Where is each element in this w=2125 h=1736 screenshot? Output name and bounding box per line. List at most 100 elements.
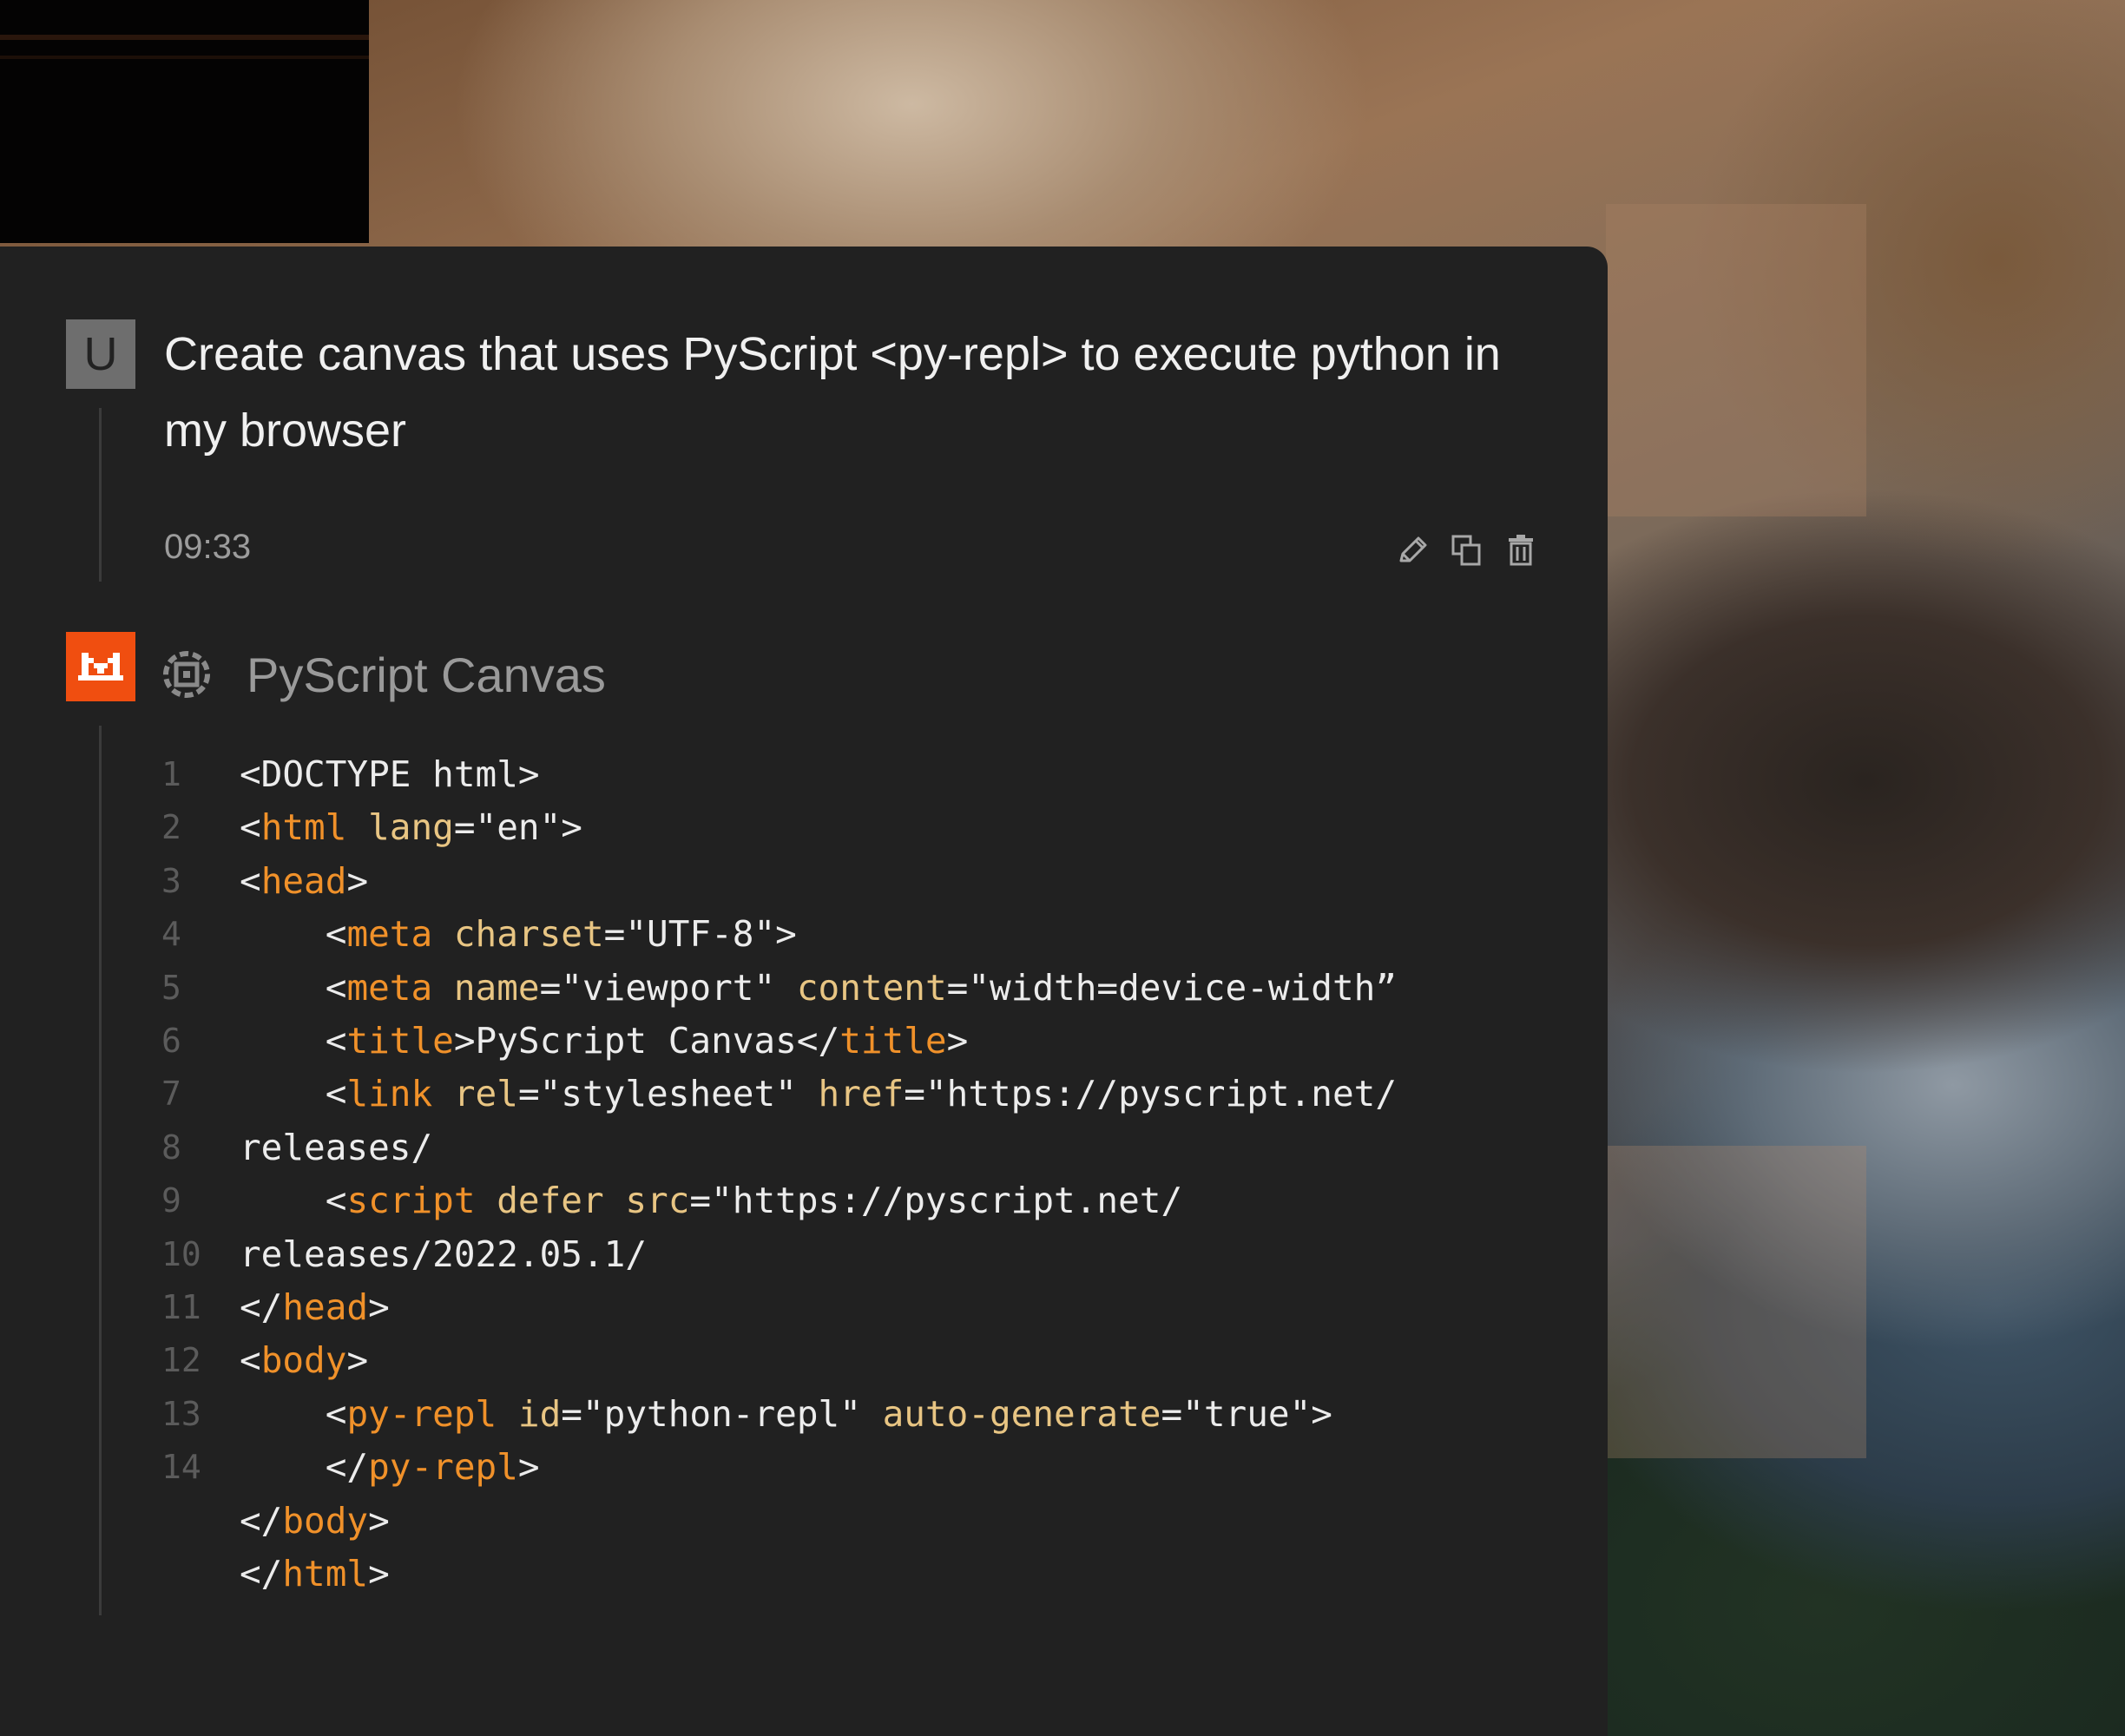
code-text: </	[240, 1500, 283, 1542]
code-text: </	[240, 1553, 283, 1595]
code-tag: body	[282, 1500, 369, 1542]
code-attribute: content	[796, 967, 947, 1009]
code-tag: link	[346, 1073, 433, 1115]
code-text: >	[368, 1553, 390, 1595]
assistant-avatar	[66, 632, 135, 701]
line-number: 1	[161, 755, 181, 793]
copy-icon[interactable]	[1448, 531, 1486, 569]
code-text: >	[368, 1286, 390, 1328]
code-line: </head>	[240, 1286, 390, 1328]
code-attribute: src	[625, 1180, 690, 1221]
code-line: <body>	[240, 1339, 368, 1381]
code-attribute: auto-generate	[882, 1393, 1161, 1435]
line-number: 12	[161, 1341, 201, 1379]
code-text: ="UTF-8">	[603, 913, 797, 955]
code-line: releases/2022.05.1/	[240, 1233, 647, 1275]
code-attribute: rel	[453, 1073, 518, 1115]
code-text: >	[346, 1339, 369, 1381]
code-line: <script defer src="https://pyscript.net/	[240, 1180, 1182, 1221]
code-text: >	[368, 1500, 390, 1542]
code-attribute: name	[453, 967, 540, 1009]
code-text: ="stylesheet"	[517, 1073, 819, 1115]
code-attribute: lang	[368, 806, 454, 848]
delete-icon[interactable]	[1502, 531, 1540, 569]
background-tile	[1606, 1146, 1866, 1458]
code-line: <meta charset="UTF-8">	[240, 913, 797, 955]
line-number: 8	[161, 1128, 181, 1167]
background-tile	[1606, 204, 1866, 516]
code-tag: meta	[346, 913, 433, 955]
code-text: ="width=device-width”	[946, 967, 1398, 1009]
code-text: </	[240, 1286, 283, 1328]
line-number: 11	[161, 1288, 201, 1326]
code-tag: title	[839, 1020, 947, 1062]
code-line: <DOCTYPE html>	[240, 753, 540, 795]
code-attribute: defer	[497, 1180, 604, 1221]
code-line: <meta name="viewport" content="width=dev…	[240, 967, 1397, 1009]
canvas-title: PyScript Canvas	[247, 648, 606, 702]
code-text: <	[325, 1073, 347, 1115]
code-text: <	[240, 806, 261, 848]
code-text: ="python-repl"	[561, 1393, 883, 1435]
code-text: releases/2022.05.1/	[240, 1233, 647, 1275]
code-text: ="en">	[453, 806, 582, 848]
code-tag: head	[282, 1286, 369, 1328]
edit-icon[interactable]	[1394, 531, 1432, 569]
code-text: >	[946, 1020, 969, 1062]
code-line: </py-repl>	[240, 1446, 540, 1488]
code-line: </html>	[240, 1553, 390, 1595]
line-number: 2	[161, 808, 181, 846]
line-number: 13	[161, 1395, 201, 1433]
code-tag: html	[260, 806, 347, 848]
code-text: ="https://pyscript.net/	[904, 1073, 1397, 1115]
user-thread-line	[99, 408, 102, 582]
code-text: releases/	[240, 1127, 433, 1168]
message-timestamp: 09:33	[164, 528, 252, 566]
line-number: 3	[161, 862, 181, 900]
code-attribute: href	[818, 1073, 905, 1115]
code-text: >PyScript Canvas</	[453, 1020, 840, 1062]
code-line: <html lang="en">	[240, 806, 582, 848]
assistant-thread-line	[99, 726, 102, 1615]
line-number: 7	[161, 1075, 181, 1113]
code-text: <	[325, 913, 347, 955]
code-line: <py-repl id="python-repl" auto-generate=…	[240, 1393, 1332, 1435]
user-message-text: Create canvas that uses PyScript <py-rep…	[164, 328, 1501, 457]
code-text: <	[325, 1020, 347, 1062]
code-text: ="viewport"	[539, 967, 797, 1009]
code-text: </	[325, 1446, 369, 1488]
code-text: >	[346, 860, 369, 902]
line-number: 4	[161, 915, 181, 953]
code-text: >	[517, 1446, 540, 1488]
code-attribute: charset	[453, 913, 604, 955]
code-attribute: id	[517, 1393, 562, 1435]
canvas-icon	[163, 651, 210, 698]
code-text: <	[240, 1339, 261, 1381]
code-text: ="https://pyscript.net/	[689, 1180, 1183, 1221]
code-line: </body>	[240, 1500, 390, 1542]
code-tag: py-repl	[368, 1446, 518, 1488]
code-line: <title>PyScript Canvas</title>	[240, 1020, 969, 1062]
code-tag: meta	[346, 967, 433, 1009]
code-tag: script	[346, 1180, 476, 1221]
line-number: 6	[161, 1022, 181, 1060]
line-number: 9	[161, 1181, 181, 1220]
user-avatar: U	[66, 319, 135, 389]
code-tag: py-repl	[346, 1393, 497, 1435]
code-line: <link rel="stylesheet" href="https://pys…	[240, 1073, 1397, 1115]
code-tag: head	[260, 860, 347, 902]
code-line: <head>	[240, 860, 368, 902]
line-number: 14	[161, 1448, 201, 1486]
code-tag: title	[346, 1020, 454, 1062]
code-text: <	[325, 1393, 347, 1435]
background-stripe	[0, 56, 369, 59]
code-text: <	[325, 1180, 347, 1221]
code-tag: body	[260, 1339, 347, 1381]
line-number: 5	[161, 969, 181, 1007]
code-tag: html	[282, 1553, 369, 1595]
